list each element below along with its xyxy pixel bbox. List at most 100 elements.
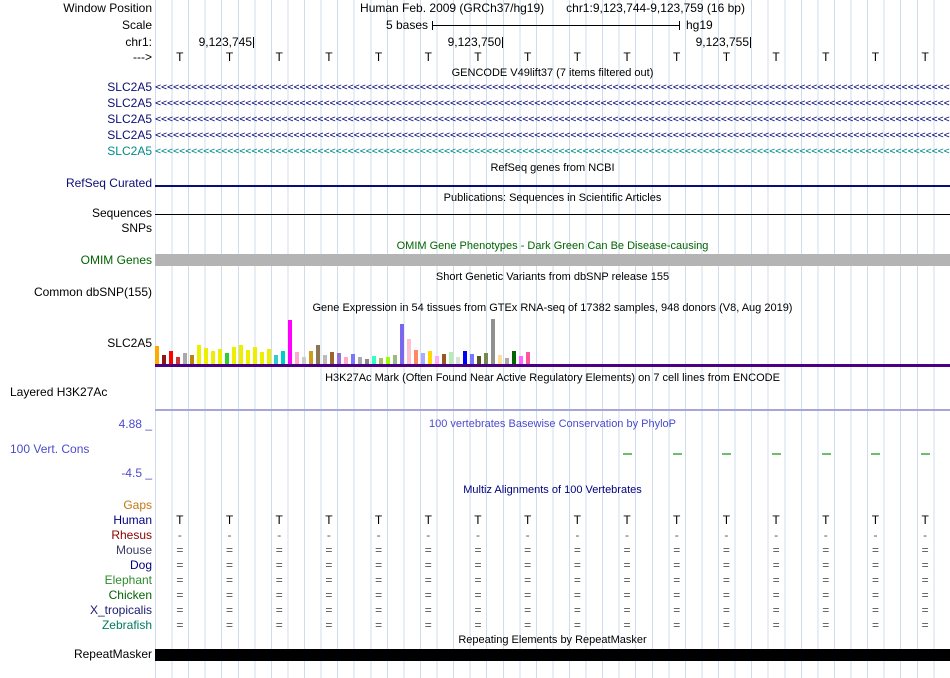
gtex-tissue-bar[interactable] — [477, 356, 481, 364]
species-label-mouse[interactable]: Mouse — [0, 544, 152, 557]
dbsnp-label[interactable]: Common dbSNP(155) — [0, 286, 152, 299]
gtex-gene-label[interactable]: SLC2A5 — [0, 337, 152, 350]
gtex-tissue-bar[interactable] — [491, 319, 495, 364]
omim-genes-label[interactable]: OMIM Genes — [0, 254, 152, 267]
gencode-transcript-arrows[interactable]: <<<<<<<<<<<<<<<<<<<<<<<<<<<<<<<<<<<<<<<<… — [155, 129, 950, 142]
omim-track-bar[interactable] — [155, 254, 950, 266]
gtex-bars[interactable] — [155, 318, 950, 364]
gencode-gene-label[interactable]: SLC2A5 — [0, 113, 152, 126]
gencode-title[interactable]: GENCODE V49lift37 (7 items filtered out) — [155, 67, 950, 80]
gtex-gene-model-line[interactable] — [155, 364, 950, 367]
gencode-transcript-arrows[interactable]: <<<<<<<<<<<<<<<<<<<<<<<<<<<<<<<<<<<<<<<<… — [155, 97, 950, 110]
gtex-tissue-bar[interactable] — [470, 354, 474, 364]
alignment-row[interactable]: = = = = = = = = = = = = = = = = — [155, 619, 950, 632]
gtex-tissue-bar[interactable] — [232, 347, 236, 364]
sequences-label[interactable]: Sequences — [0, 207, 152, 220]
gtex-tissue-bar[interactable] — [449, 352, 453, 364]
gtex-tissue-bar[interactable] — [484, 353, 488, 364]
gtex-tissue-bar[interactable] — [288, 320, 292, 364]
alignment-row[interactable]: = = = = = = = = = = = = = = = = — [155, 589, 950, 602]
gencode-transcript-arrows[interactable]: <<<<<<<<<<<<<<<<<<<<<<<<<<<<<<<<<<<<<<<<… — [155, 81, 950, 94]
omim-title[interactable]: OMIM Gene Phenotypes - Dark Green Can Be… — [155, 240, 950, 253]
gtex-tissue-bar[interactable] — [162, 355, 166, 364]
dbsnp-title[interactable]: Short Genetic Variants from dbSNP releas… — [155, 271, 950, 284]
alignment-row[interactable]: = = = = = = = = = = = = = = = = — [155, 544, 950, 557]
gtex-tissue-bar[interactable] — [155, 346, 159, 364]
gtex-tissue-bar[interactable] — [190, 355, 194, 364]
gtex-tissue-bar[interactable] — [246, 350, 250, 364]
alignment-row[interactable]: = = = = = = = = = = = = = = = = — [155, 559, 950, 572]
gtex-title[interactable]: Gene Expression in 54 tissues from GTEx … — [155, 302, 950, 315]
refseq-title[interactable]: RefSeq genes from NCBI — [155, 162, 950, 175]
gtex-tissue-bar[interactable] — [323, 355, 327, 364]
gtex-tissue-bar[interactable] — [358, 357, 362, 364]
gtex-tissue-bar[interactable] — [337, 353, 341, 364]
gtex-tissue-bar[interactable] — [218, 349, 222, 364]
alignment-row[interactable]: = = = = = = = = = = = = = = = = — [155, 604, 950, 617]
gtex-tissue-bar[interactable] — [498, 355, 502, 364]
species-label-gaps[interactable]: Gaps — [0, 499, 152, 512]
gtex-tissue-bar[interactable] — [372, 356, 376, 364]
repeatmasker-track-bar[interactable] — [155, 649, 950, 661]
gencode-gene-label[interactable]: SLC2A5 — [0, 97, 152, 110]
species-label-chicken[interactable]: Chicken — [0, 589, 152, 602]
gtex-tissue-bar[interactable] — [519, 356, 523, 364]
multiz-title[interactable]: Multiz Alignments of 100 Vertebrates — [155, 484, 950, 497]
gtex-tissue-bar[interactable] — [400, 324, 404, 364]
gtex-tissue-bar[interactable] — [428, 351, 432, 364]
gtex-tissue-bar[interactable] — [414, 350, 418, 364]
h3k27ac-label[interactable]: Layered H3K27Ac — [10, 386, 107, 399]
gencode-gene-label[interactable]: SLC2A5 — [0, 129, 152, 142]
h3k27ac-baseline[interactable] — [155, 409, 950, 411]
species-label-x_tropicalis[interactable]: X_tropicalis — [0, 604, 152, 617]
gtex-tissue-bar[interactable] — [526, 352, 530, 364]
gtex-tissue-bar[interactable] — [344, 357, 348, 364]
gtex-tissue-bar[interactable] — [183, 353, 187, 364]
refseq-track-line[interactable] — [155, 185, 950, 187]
species-label-human[interactable]: Human — [0, 514, 152, 527]
gtex-tissue-bar[interactable] — [281, 351, 285, 364]
gtex-tissue-bar[interactable] — [260, 352, 264, 364]
gtex-tissue-bar[interactable] — [442, 354, 446, 364]
repeatmasker-label[interactable]: RepeatMasker — [0, 648, 152, 661]
gtex-tissue-bar[interactable] — [204, 348, 208, 364]
gtex-tissue-bar[interactable] — [463, 351, 467, 364]
species-label-zebrafish[interactable]: Zebrafish — [0, 619, 152, 632]
gtex-tissue-bar[interactable] — [274, 355, 278, 364]
gtex-tissue-bar[interactable] — [225, 353, 229, 364]
species-label-rhesus[interactable]: Rhesus — [0, 529, 152, 542]
gtex-tissue-bar[interactable] — [295, 352, 299, 364]
gtex-tissue-bar[interactable] — [267, 349, 271, 364]
gtex-tissue-bar[interactable] — [393, 355, 397, 364]
repeatmasker-title[interactable]: Repeating Elements by RepeatMasker — [155, 634, 950, 647]
snps-label[interactable]: SNPs — [0, 222, 152, 235]
phylop-title[interactable]: 100 vertebrates Basewise Conservation by… — [155, 418, 950, 431]
refseq-curated-label[interactable]: RefSeq Curated — [0, 177, 152, 190]
gtex-tissue-bar[interactable] — [386, 357, 390, 364]
gencode-transcript-arrows[interactable]: <<<<<<<<<<<<<<<<<<<<<<<<<<<<<<<<<<<<<<<<… — [155, 145, 950, 158]
gencode-gene-label[interactable]: SLC2A5 — [0, 81, 152, 94]
gtex-tissue-bar[interactable] — [512, 351, 516, 364]
gtex-tissue-bar[interactable] — [407, 339, 411, 364]
gtex-tissue-bar[interactable] — [253, 347, 257, 364]
gtex-tissue-bar[interactable] — [421, 353, 425, 364]
gtex-tissue-bar[interactable] — [239, 345, 243, 364]
species-label-dog[interactable]: Dog — [0, 559, 152, 572]
alignment-row[interactable]: = = = = = = = = = = = = = = = = — [155, 574, 950, 587]
conservation-label[interactable]: 100 Vert. Cons — [10, 443, 89, 456]
publications-title[interactable]: Publications: Sequences in Scientific Ar… — [155, 192, 950, 205]
gtex-tissue-bar[interactable] — [456, 357, 460, 364]
alignment-row[interactable]: ---------------- — [155, 529, 950, 542]
gtex-tissue-bar[interactable] — [211, 351, 215, 364]
gtex-tissue-bar[interactable] — [330, 352, 334, 364]
gtex-tissue-bar[interactable] — [197, 345, 201, 364]
gencode-gene-label[interactable]: SLC2A5 — [0, 145, 152, 158]
gtex-tissue-bar[interactable] — [316, 345, 320, 364]
gtex-tissue-bar[interactable] — [351, 354, 355, 364]
gtex-tissue-bar[interactable] — [309, 351, 313, 364]
gencode-transcript-arrows[interactable]: <<<<<<<<<<<<<<<<<<<<<<<<<<<<<<<<<<<<<<<<… — [155, 113, 950, 126]
gtex-tissue-bar[interactable] — [169, 351, 173, 364]
sequences-track-line[interactable] — [155, 214, 950, 215]
gtex-tissue-bar[interactable] — [302, 357, 306, 364]
alignment-row[interactable]: TTTTTTTTTTTTTTTT — [155, 514, 950, 527]
